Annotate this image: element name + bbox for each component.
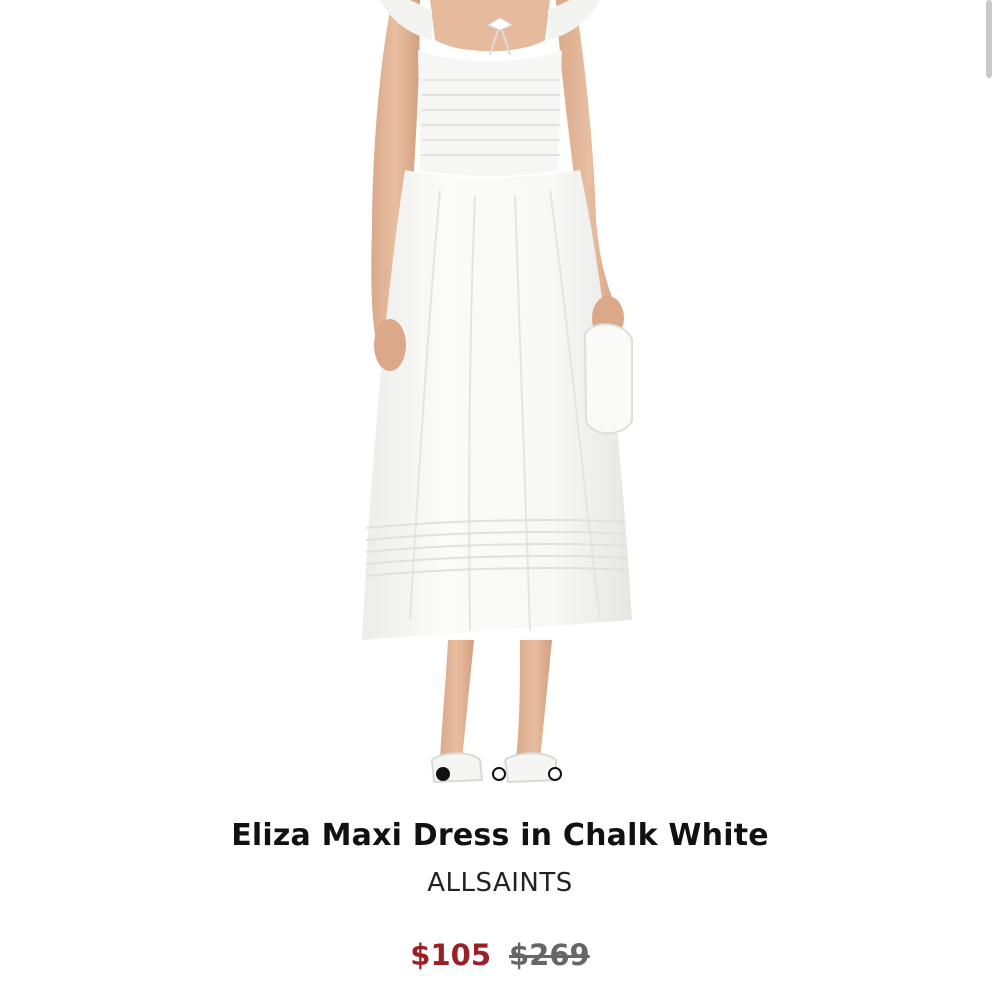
product-photo xyxy=(362,0,633,784)
sale-price: $105 xyxy=(410,938,491,972)
image-carousel-dots xyxy=(0,767,1000,787)
scrollbar[interactable] xyxy=(986,0,992,78)
carousel-dot[interactable] xyxy=(436,767,450,781)
product-page: Eliza Maxi Dress in Chalk White ALLSAINT… xyxy=(0,0,1000,1000)
original-price: $269 xyxy=(509,938,590,972)
product-image[interactable] xyxy=(0,0,1000,800)
product-prices: $105 $269 xyxy=(0,938,1000,972)
product-title: Eliza Maxi Dress in Chalk White xyxy=(231,818,769,853)
product-brand[interactable]: ALLSAINTS xyxy=(0,868,1000,898)
carousel-dot[interactable] xyxy=(548,767,562,781)
carousel-dot[interactable] xyxy=(492,767,506,781)
